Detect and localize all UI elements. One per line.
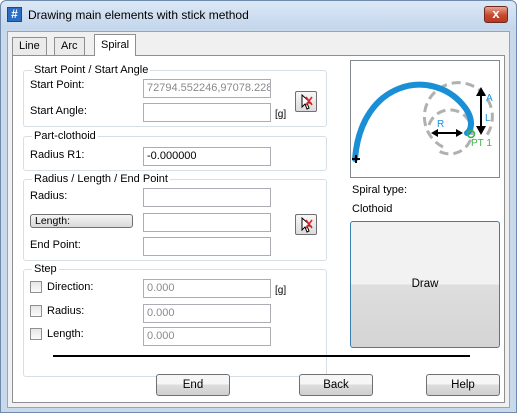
preview-label-l: L	[485, 113, 491, 124]
direction-unit: [g]	[275, 285, 287, 296]
start-point-label: Start Point:	[30, 79, 85, 91]
start-group-legend: Start Point / Start Angle	[32, 64, 151, 76]
direction-checkbox[interactable]	[30, 281, 42, 293]
tab-line[interactable]: Line	[12, 37, 47, 55]
direction-field[interactable]: 0.000	[143, 279, 271, 298]
end-button[interactable]: End	[156, 374, 230, 396]
end-point-label: End Point:	[30, 239, 81, 251]
draw-button[interactable]: Draw	[350, 221, 500, 348]
radius-r1-label: Radius R1:	[30, 149, 85, 161]
preview-label-r: R	[437, 119, 444, 130]
start-group: Start Point / Start Angle Start Point: 7…	[23, 64, 327, 127]
step-length-label: Length:	[47, 328, 84, 340]
app-icon: #	[7, 7, 22, 22]
spiral-type-label: Spiral type:	[352, 184, 408, 196]
tab-arc[interactable]: Arc	[54, 37, 85, 55]
start-angle-unit: [g]	[275, 109, 287, 120]
spiral-preview: R A L PT 1	[350, 60, 500, 178]
back-button[interactable]: Back	[299, 374, 373, 396]
spiral-panel: Start Point / Start Angle Start Point: 7…	[12, 55, 505, 403]
step-length-checkbox[interactable]	[30, 328, 42, 340]
pick-end-point-button[interactable]	[295, 214, 317, 235]
start-point-field[interactable]: 72794.552246,97078.228	[143, 79, 271, 98]
spiral-type-value: Clothoid	[352, 203, 393, 215]
start-angle-label: Start Angle:	[30, 105, 87, 117]
rle-group: Radius / Length / End Point Radius: Leng…	[23, 173, 327, 261]
pick-cursor-icon	[301, 217, 313, 233]
step-radius-label: Radius:	[47, 305, 85, 317]
part-clothoid-group: Part-clothoid Radius R1: -0.000000	[23, 130, 327, 171]
window-title: Drawing main elements with stick method	[28, 8, 249, 22]
step-group: Step Direction: 0.000 [g] Radius: 0.000 …	[23, 263, 327, 377]
radius-label: Radius:	[30, 190, 68, 202]
separator-line	[53, 355, 470, 357]
step-group-legend: Step	[32, 263, 59, 275]
dialog-client: Line Arc Spiral Start Point / Start Angl…	[7, 31, 510, 408]
length-mode-button[interactable]: Length:	[30, 214, 133, 228]
radius-r1-field[interactable]: -0.000000	[143, 147, 271, 166]
step-radius-field[interactable]: 0.000	[143, 304, 271, 323]
start-angle-field[interactable]	[143, 103, 271, 122]
dialog-window: # Drawing main elements with stick metho…	[0, 0, 517, 413]
pick-point-button[interactable]	[295, 91, 317, 112]
step-radius-checkbox[interactable]	[30, 305, 42, 317]
length-field[interactable]	[143, 213, 271, 232]
preview-label-pt1: PT 1	[471, 138, 492, 149]
close-button[interactable]: x	[484, 6, 508, 23]
title-bar[interactable]: # Drawing main elements with stick metho…	[1, 1, 516, 29]
radius-field[interactable]	[143, 188, 271, 207]
end-point-field[interactable]	[143, 237, 271, 256]
clothoid-diagram-icon: R A L PT 1	[352, 81, 494, 163]
rle-group-legend: Radius / Length / End Point	[32, 173, 170, 185]
part-clothoid-legend: Part-clothoid	[32, 130, 98, 142]
tab-spiral[interactable]: Spiral	[94, 34, 137, 56]
pick-cursor-icon	[301, 94, 313, 110]
help-button[interactable]: Help	[426, 374, 500, 396]
preview-label-a: A	[486, 93, 493, 104]
direction-label: Direction:	[47, 281, 94, 293]
step-length-field[interactable]: 0.000	[143, 327, 271, 346]
